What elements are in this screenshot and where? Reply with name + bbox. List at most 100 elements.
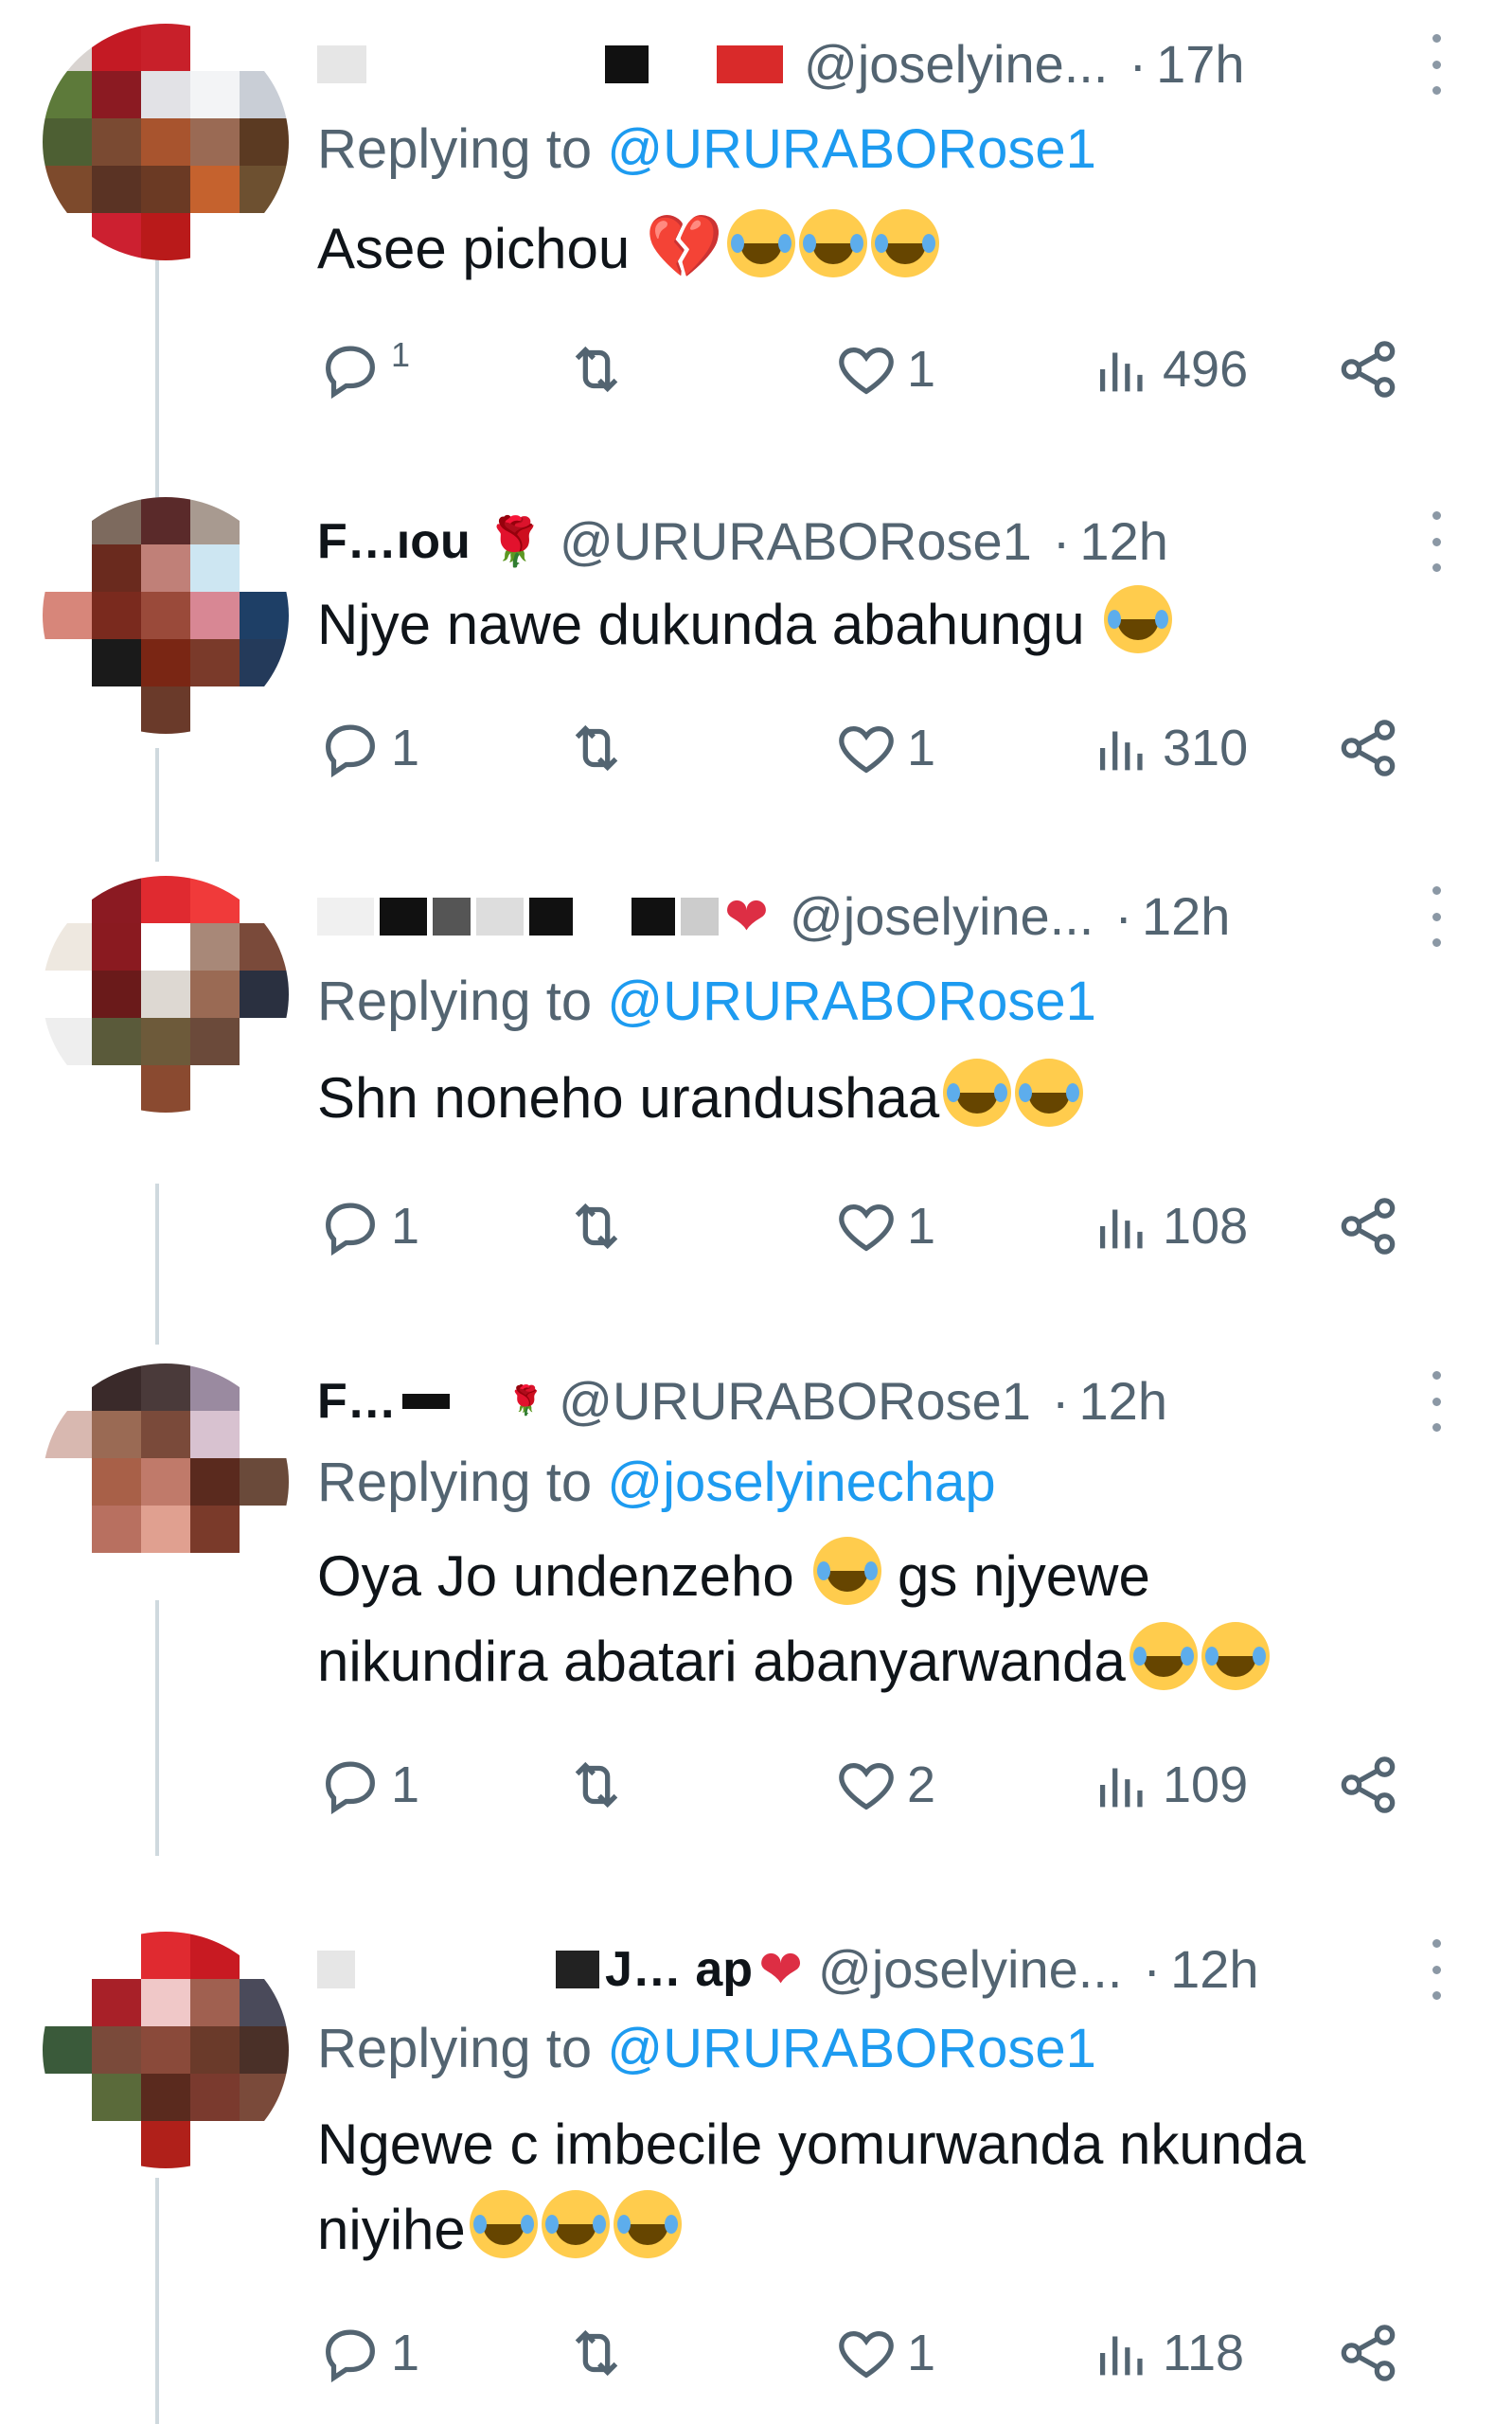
like-button[interactable]: 1 [833, 331, 935, 407]
laughing-emoji [871, 209, 940, 277]
reply-button[interactable]: 1 [317, 710, 419, 786]
laughing-emoji [1104, 585, 1173, 653]
view-count: 496 [1163, 341, 1249, 398]
views-button[interactable]: 118 [1089, 2315, 1244, 2391]
retweet-button[interactable] [563, 331, 637, 407]
replying-to-link[interactable]: @joselyinechap [607, 1452, 995, 1513]
tweet[interactable]: F… 🌹 @URURABORose1 · 12h Replying to @jo… [0, 1335, 1512, 1894]
tweet[interactable]: ❤ @joselyine... · 12h Replying to @URURA… [0, 852, 1512, 1326]
share-button[interactable] [1335, 331, 1401, 407]
retweet-button[interactable] [563, 1188, 637, 1264]
reply-icon [326, 1761, 375, 1815]
more-options-icon[interactable] [1417, 511, 1455, 572]
tweet-header: ❤ @joselyine... · 12h [317, 879, 1455, 954]
laughing-emoji [613, 2190, 682, 2258]
tweet-text: Njye nawe dukunda abahungu [317, 582, 1453, 668]
share-button[interactable] [1335, 710, 1401, 786]
views-chart-icon [1099, 731, 1143, 771]
like-count: 1 [907, 2325, 936, 2381]
tweet-text-line: Oya Jo undenzeho [317, 1544, 794, 1608]
tweet-text-content: Asee pichou [317, 217, 631, 280]
avatar[interactable] [43, 24, 289, 260]
share-button[interactable] [1335, 2315, 1401, 2391]
reply-button[interactable]: 1 [317, 1188, 419, 1264]
timestamp[interactable]: 12h [1079, 515, 1167, 568]
retweet-button[interactable] [563, 710, 637, 786]
retweet-button[interactable] [563, 1747, 637, 1823]
reply-button[interactable]: 1 [317, 2315, 419, 2391]
replying-to-link[interactable]: @URURABORose1 [607, 971, 1096, 1032]
heart-icon [839, 1762, 894, 1810]
tweet-header: @joselyine... · 17h [317, 27, 1455, 102]
like-button[interactable]: 1 [833, 710, 935, 786]
tweet-actions: 1 1 118 [317, 2315, 1415, 2391]
share-icon [1341, 1756, 1396, 1813]
replying-to-link[interactable]: @URURABORose1 [607, 118, 1096, 180]
replying-to: Replying to @URURABORose1 [317, 970, 1096, 1033]
avatar[interactable] [43, 876, 289, 1113]
like-button[interactable]: 2 [833, 1747, 935, 1823]
user-handle[interactable]: @URURABORose1 [560, 515, 1032, 568]
share-button[interactable] [1335, 1747, 1401, 1823]
share-icon [1341, 1198, 1396, 1255]
user-handle[interactable]: @joselyine... [804, 38, 1108, 91]
views-button[interactable]: 109 [1089, 1747, 1248, 1823]
views-button[interactable]: 310 [1089, 710, 1248, 786]
more-options-icon[interactable] [1417, 1371, 1455, 1432]
view-count: 108 [1163, 1198, 1249, 1255]
replying-to: Replying to @joselyinechap [317, 1451, 996, 1514]
user-handle[interactable]: @URURABORose1 [559, 1375, 1031, 1428]
user-handle[interactable]: @joselyine... [790, 890, 1094, 943]
reply-icon [326, 2329, 375, 2383]
views-button[interactable]: 108 [1089, 1188, 1248, 1264]
laughing-emoji [813, 1537, 882, 1605]
timestamp[interactable]: 17h [1156, 38, 1244, 91]
tweet[interactable]: @joselyine... · 17h Replying to @URURABO… [0, 0, 1512, 473]
laughing-emoji [469, 2190, 538, 2258]
avatar[interactable] [43, 1932, 289, 2168]
views-chart-icon [1099, 2336, 1143, 2376]
like-button[interactable]: 1 [833, 2315, 935, 2391]
reply-count: 1 [391, 1756, 420, 1813]
reply-button[interactable]: 1 [317, 331, 410, 407]
retweet-icon [575, 346, 618, 393]
tweet-text: Oya Jo undenzeho gs njyewe nikundira aba… [317, 1534, 1453, 1704]
replying-to: Replying to @URURABORose1 [317, 117, 1096, 181]
timestamp[interactable]: 12h [1142, 890, 1230, 943]
display-name[interactable] [317, 36, 789, 93]
timestamp[interactable]: 12h [1079, 1375, 1167, 1428]
laughing-emoji [1201, 1622, 1270, 1690]
more-options-icon[interactable] [1417, 34, 1455, 95]
display-name[interactable]: ❤ [317, 888, 774, 945]
like-button[interactable]: 1 [833, 1188, 935, 1264]
display-name[interactable]: J… ap ❤ [317, 1941, 803, 1998]
laughing-emoji [1129, 1622, 1198, 1690]
retweet-button[interactable] [563, 2315, 637, 2391]
more-options-icon[interactable] [1417, 886, 1455, 947]
reply-count: 1 [391, 2325, 420, 2381]
reply-icon [326, 1203, 375, 1257]
tweet-text-content: Shn noneho urandushaa [317, 1066, 940, 1130]
tweet[interactable]: F…ıou 🌹 @URURABORose1 · 12h Njye nawe du… [0, 473, 1512, 852]
timestamp[interactable]: 12h [1170, 1943, 1258, 1996]
share-button[interactable] [1335, 1188, 1401, 1264]
tweet-actions: 1 1 108 [317, 1188, 1415, 1264]
tweet[interactable]: J… ap ❤ @joselyine... · 12h Replying to … [0, 1903, 1512, 2424]
view-count: 310 [1163, 720, 1249, 776]
tweet-header: J… ap ❤ @joselyine... · 12h [317, 1932, 1455, 2007]
avatar[interactable] [43, 1364, 289, 1600]
display-name[interactable]: F… 🌹 [317, 1373, 543, 1430]
separator-dot: · [1051, 1371, 1070, 1431]
display-name[interactable]: F…ıou 🌹 [317, 513, 544, 570]
views-button[interactable]: 496 [1089, 331, 1248, 407]
separator-dot: · [1129, 34, 1147, 94]
replying-to-link[interactable]: @URURABORose1 [607, 2018, 1096, 2079]
more-options-icon[interactable] [1417, 1939, 1455, 2000]
laughing-emoji [799, 209, 868, 277]
avatar[interactable] [43, 497, 289, 734]
user-handle[interactable]: @joselyine... [818, 1943, 1122, 1996]
replying-to-label: Replying to [317, 971, 593, 1032]
reply-button[interactable]: 1 [317, 1747, 419, 1823]
retweet-icon [575, 2329, 618, 2377]
tweet-header: F…ıou 🌹 @URURABORose1 · 12h [317, 504, 1455, 579]
